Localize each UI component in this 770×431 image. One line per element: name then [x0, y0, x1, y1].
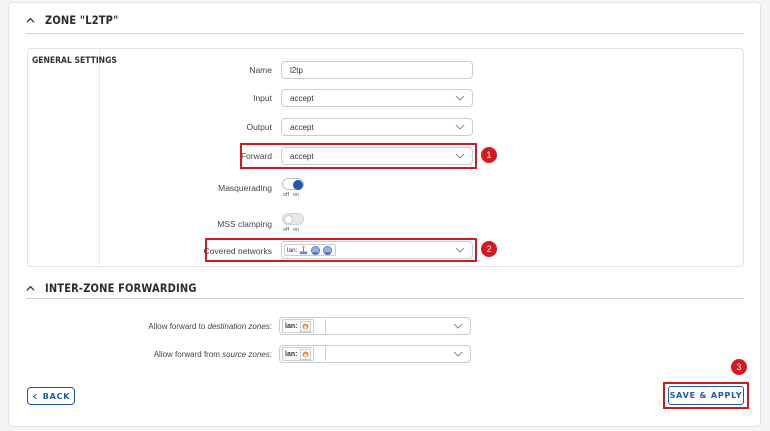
masquerading-on-caption: on — [293, 192, 300, 198]
general-settings-sidebar: GENERAL SETTINGS — [28, 49, 117, 267]
allow-forward-to-emph: destination zones — [207, 322, 270, 331]
forward-to-lan-chip[interactable]: lan: — [282, 319, 315, 333]
step-badge-3: 3 — [731, 359, 747, 375]
zone-title: ZONE "L2TP" — [45, 13, 119, 27]
mss-clamping-toggle[interactable] — [282, 213, 304, 225]
mss-clamping-label: MSS clamping — [217, 219, 272, 229]
name-value: l2tp — [290, 65, 303, 75]
back-button-label: BACK — [42, 391, 71, 401]
allow-forward-to-suffix: : — [269, 322, 272, 331]
zone-divider — [26, 33, 744, 34]
interzone-section-header[interactable]: INTER-ZONE FORWARDING — [26, 280, 221, 296]
interzone-title: INTER-ZONE FORWARDING — [45, 281, 197, 295]
chevron-down-icon — [455, 124, 465, 130]
output-select[interactable]: accept — [281, 118, 473, 136]
allow-forward-to-prefix: Allow forward to — [148, 322, 208, 331]
chip-divider — [325, 347, 326, 361]
input-label: Input — [253, 93, 272, 103]
forward-to-lan-chip-label: lan: — [285, 322, 298, 330]
network-icon — [300, 245, 308, 254]
back-button[interactable]: BACK — [27, 387, 75, 405]
name-label: Name — [249, 65, 272, 75]
save-apply-button[interactable]: SAVE & APPLY — [668, 386, 744, 405]
router-icon — [300, 348, 312, 360]
router-icon — [300, 320, 312, 332]
allow-forward-to-select[interactable]: lan: — [279, 317, 471, 335]
forward-value: accept — [290, 151, 314, 161]
step-badge-1: 1 — [481, 147, 497, 163]
chip-divider — [325, 319, 326, 333]
masquerading-off-caption: off — [283, 192, 290, 198]
chevron-left-icon — [32, 393, 37, 399]
masquerading-toggle[interactable] — [282, 178, 304, 190]
allow-forward-from-select[interactable]: lan: — [279, 345, 471, 363]
chevron-down-icon — [455, 95, 465, 101]
chevron-down-icon — [455, 247, 465, 253]
output-label: Output — [246, 122, 272, 132]
covered-networks-label: Covered networks — [203, 246, 272, 256]
covered-networks-select[interactable]: lan: — [281, 241, 473, 259]
name-input[interactable]: l2tp — [281, 61, 473, 79]
forward-from-lan-chip-label: lan: — [285, 350, 298, 358]
network-icon — [323, 245, 333, 255]
forward-label: Forward — [240, 151, 272, 161]
network-icon — [311, 245, 321, 255]
save-apply-button-label: SAVE & APPLY — [669, 391, 743, 400]
mss-off-caption: off — [283, 227, 290, 233]
covered-lan-chip-label: lan: — [287, 246, 298, 254]
output-value: accept — [290, 122, 314, 132]
allow-forward-from-suffix: : — [269, 350, 272, 359]
covered-lan-chip[interactable]: lan: — [284, 244, 337, 256]
chevron-down-icon — [455, 153, 465, 159]
mss-on-caption: on — [293, 227, 300, 233]
forward-from-lan-chip[interactable]: lan: — [282, 347, 315, 361]
chevron-up-icon[interactable] — [26, 16, 35, 25]
input-select[interactable]: accept — [281, 89, 473, 107]
step-badge-2: 2 — [481, 241, 497, 257]
allow-forward-from-label: Allow forward from source zones: — [100, 350, 272, 359]
forward-select[interactable]: accept — [281, 147, 473, 165]
chevron-down-icon — [453, 323, 463, 329]
chevron-down-icon — [453, 351, 463, 357]
chevron-up-icon[interactable] — [26, 284, 35, 293]
general-settings-label: GENERAL SETTINGS — [32, 56, 117, 66]
allow-forward-from-emph: source zones — [222, 350, 270, 359]
allow-forward-to-label: Allow forward to destination zones: — [100, 322, 272, 331]
interzone-divider — [26, 298, 744, 299]
allow-forward-from-prefix: Allow forward from — [153, 350, 223, 359]
masquerading-label: Masquerading — [218, 183, 272, 193]
input-value: accept — [290, 93, 314, 103]
zone-section-header[interactable]: ZONE "L2TP" — [26, 12, 130, 28]
